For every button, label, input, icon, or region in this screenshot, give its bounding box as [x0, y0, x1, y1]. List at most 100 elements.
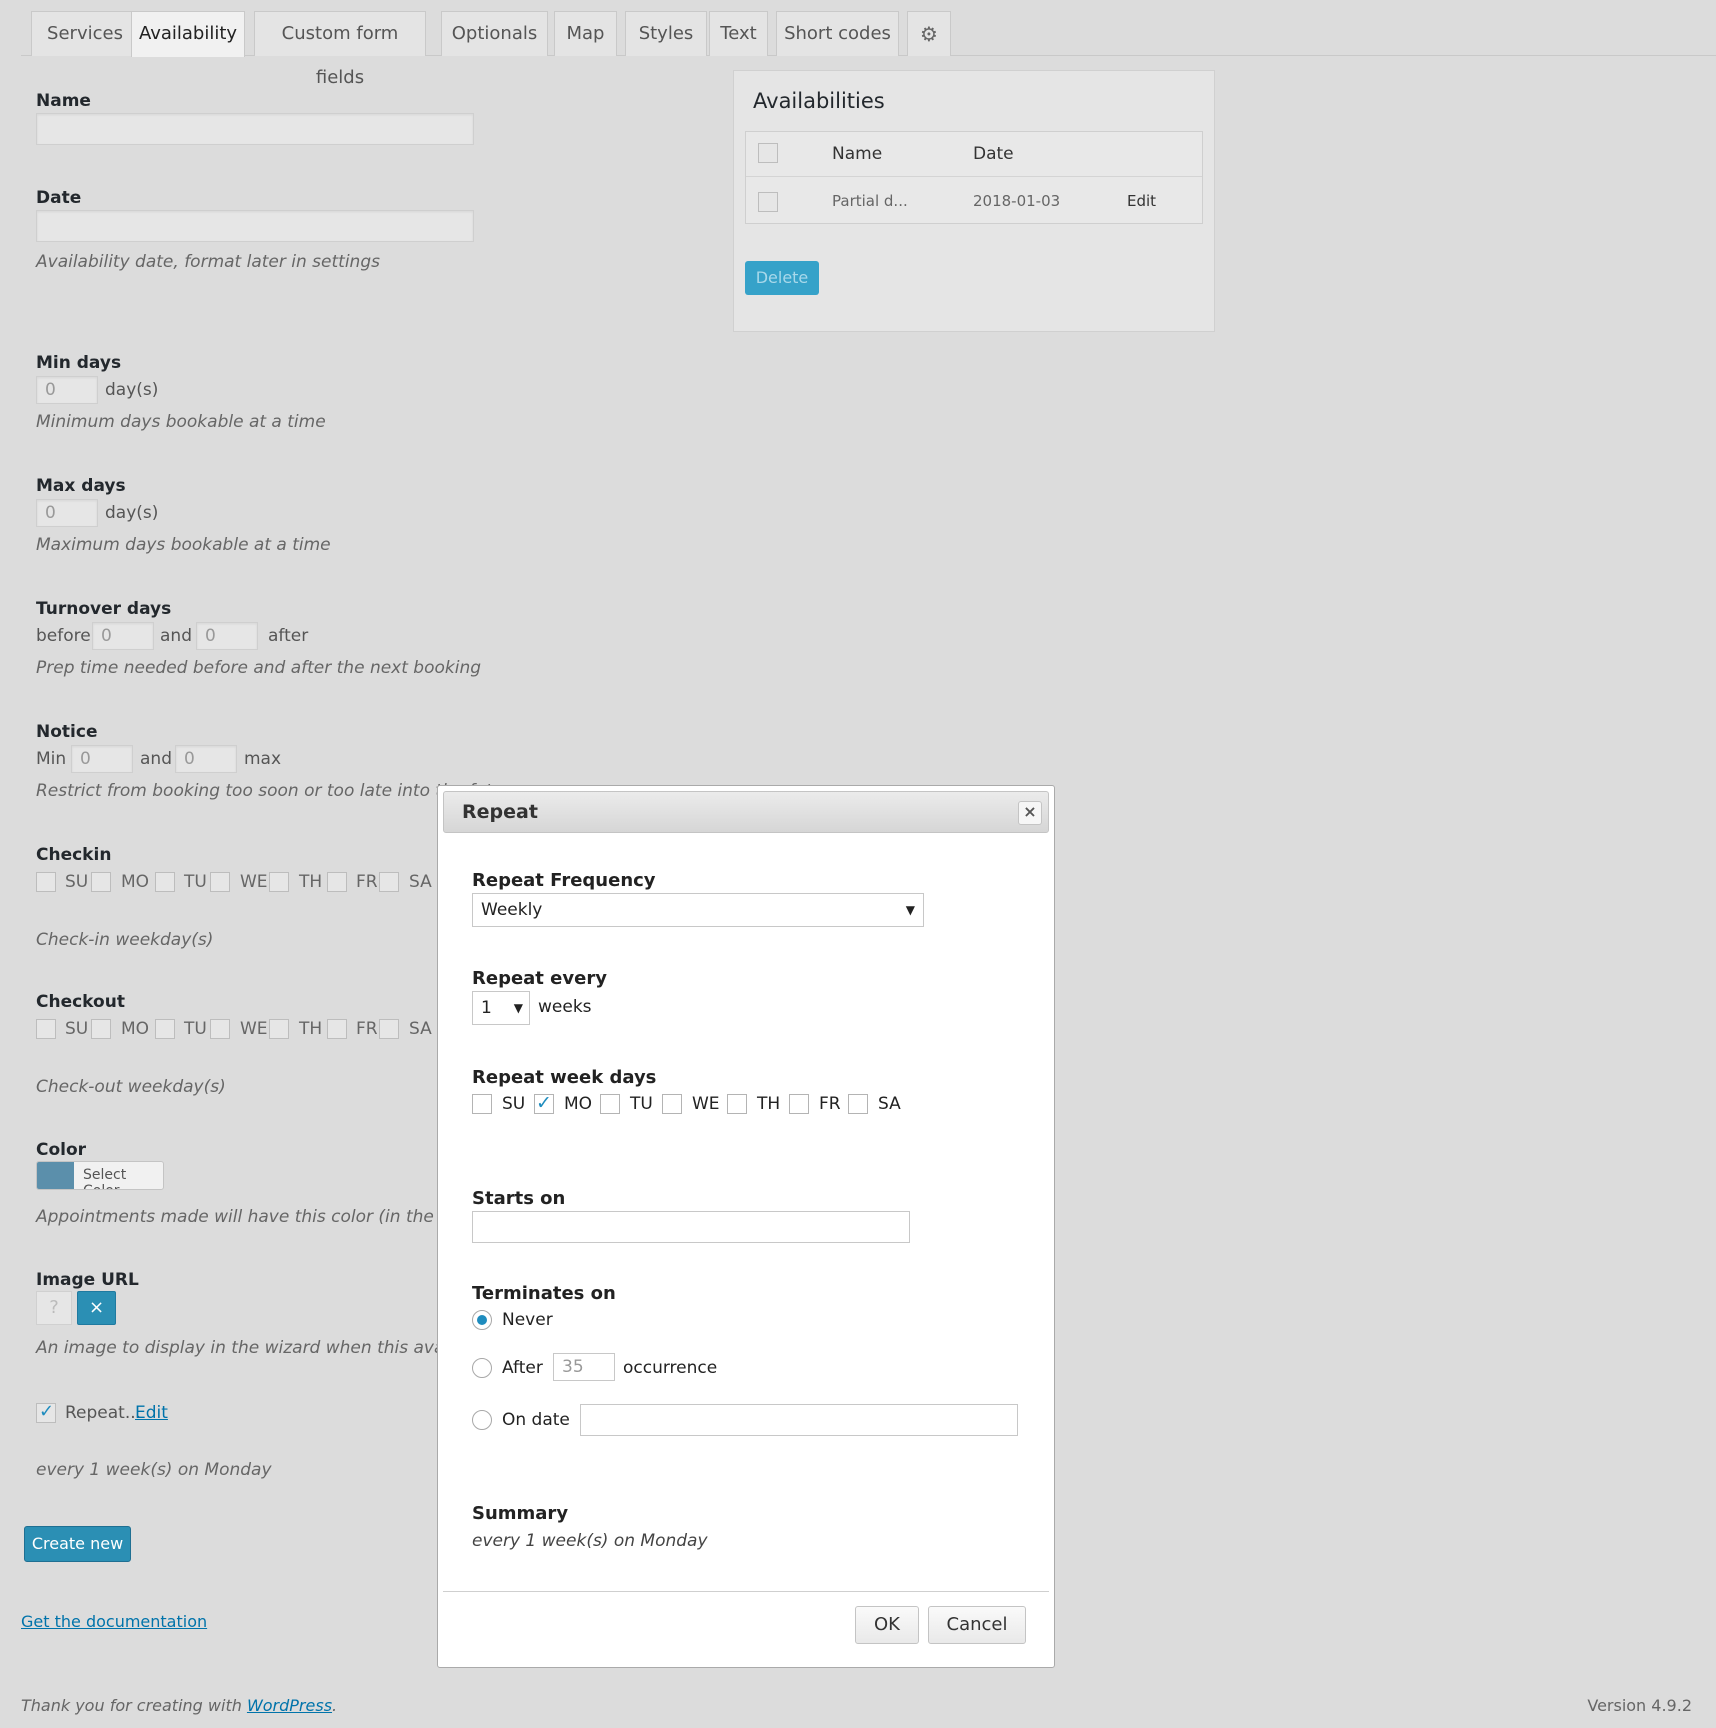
repeat-checkbox[interactable] — [36, 1401, 56, 1423]
checkout-sa-checkbox[interactable] — [379, 1019, 399, 1039]
tab-optionals[interactable]: Optionals — [441, 11, 548, 56]
ok-button[interactable]: OK — [855, 1606, 919, 1644]
max-days-description: Maximum days bookable at a time — [36, 535, 331, 555]
date-label: Date — [36, 188, 82, 208]
availabilities-table: Name Date Partial d... 2018-01-03 Edit — [745, 131, 1203, 224]
weekday-label: TU — [184, 1019, 207, 1039]
checkin-su-checkbox[interactable] — [36, 872, 56, 892]
weekday-label: MO — [121, 872, 150, 892]
repeat-su-checkbox[interactable] — [472, 1094, 492, 1114]
documentation-link[interactable]: Get the documentation — [21, 1612, 207, 1631]
notice-min-input[interactable]: 0 — [71, 745, 133, 773]
checkin-th-checkbox[interactable] — [269, 872, 289, 892]
image-url-label: Image URL — [36, 1270, 139, 1290]
min-days-input[interactable]: 0 — [36, 376, 98, 404]
repeat-sa-checkbox[interactable] — [848, 1094, 868, 1114]
footer-thanks-text: Thank you for creating with — [21, 1696, 247, 1715]
terminate-on-date-radio[interactable] — [472, 1410, 492, 1430]
color-label: Color — [36, 1140, 87, 1160]
row-edit-link[interactable]: Edit — [1127, 192, 1156, 210]
occurrence-count-input[interactable]: 35 — [553, 1353, 615, 1381]
weekday-label: FR — [819, 1094, 841, 1114]
table-header: Name Date — [746, 132, 1202, 177]
tab-settings[interactable]: ⚙ — [907, 11, 951, 56]
checkout-mo-checkbox[interactable] — [91, 1019, 111, 1039]
select-all-checkbox[interactable] — [758, 143, 778, 163]
cancel-button[interactable]: Cancel — [928, 1606, 1026, 1644]
checkin-we-checkbox[interactable] — [210, 872, 230, 892]
weekday-label: SU — [65, 872, 89, 892]
date-input[interactable] — [36, 210, 474, 242]
turnover-after-label: after — [268, 626, 309, 646]
tab-services[interactable]: Services — [31, 11, 139, 56]
starts-on-label: Starts on — [472, 1188, 566, 1209]
date-description: Availability date, format later in setti… — [36, 252, 380, 272]
min-days-label: Min days — [36, 353, 122, 373]
name-label: Name — [36, 91, 91, 111]
notice-max-input[interactable]: 0 — [175, 745, 237, 773]
notice-description: Restrict from booking too soon or too la… — [36, 781, 493, 801]
checkout-we-checkbox[interactable] — [210, 1019, 230, 1039]
tab-short-codes[interactable]: Short codes — [776, 11, 899, 56]
max-days-input[interactable]: 0 — [36, 499, 98, 527]
repeat-edit-link[interactable]: Edit — [135, 1403, 168, 1423]
turnover-before-label: before — [36, 626, 91, 646]
terminate-never-radio[interactable] — [472, 1310, 492, 1330]
terminate-after-radio[interactable] — [472, 1358, 492, 1378]
close-icon[interactable]: × — [1018, 801, 1042, 825]
turnover-after-input[interactable]: 0 — [196, 622, 258, 650]
turnover-before-input[interactable]: 0 — [92, 622, 154, 650]
starts-on-input[interactable] — [472, 1211, 910, 1243]
repeat-frequency-value: Weekly — [481, 900, 543, 920]
checkin-mo-checkbox[interactable] — [91, 872, 111, 892]
repeat-frequency-select[interactable]: Weekly ▼ — [472, 893, 924, 927]
create-new-button[interactable]: Create new — [24, 1526, 131, 1562]
summary-label: Summary — [472, 1503, 569, 1524]
delete-button[interactable]: Delete — [745, 261, 819, 295]
max-days-label: Max days — [36, 476, 126, 496]
min-days-unit: day(s) — [105, 380, 159, 400]
weekday-label: SU — [502, 1094, 526, 1114]
weekday-label: SU — [65, 1019, 89, 1039]
terminate-on-date-label: On date — [502, 1410, 570, 1430]
tab-styles[interactable]: Styles — [625, 11, 707, 56]
notice-max-label: max — [244, 749, 282, 769]
tab-text[interactable]: Text — [709, 11, 768, 56]
row-checkbox[interactable] — [758, 192, 778, 212]
color-picker-button[interactable]: Select Color — [36, 1161, 164, 1190]
tab-bar: Services Availability Custom form fields… — [21, 10, 1716, 88]
weekday-label: WE — [692, 1094, 720, 1114]
checkin-tu-checkbox[interactable] — [155, 872, 175, 892]
repeat-every-select[interactable]: 1 ▼ — [472, 991, 530, 1025]
wordpress-link[interactable]: WordPress — [247, 1696, 332, 1715]
checkin-fr-checkbox[interactable] — [327, 872, 347, 892]
checkin-description: Check-in weekday(s) — [36, 930, 214, 950]
checkin-sa-checkbox[interactable] — [379, 872, 399, 892]
name-input[interactable] — [36, 113, 474, 145]
checkout-th-checkbox[interactable] — [269, 1019, 289, 1039]
tab-custom-form-fields[interactable]: Custom form fields — [254, 11, 426, 88]
chevron-down-icon: ▼ — [905, 903, 915, 917]
terminate-on-date-input[interactable] — [580, 1404, 1018, 1436]
footer-thanks: Thank you for creating with WordPress. — [21, 1696, 337, 1715]
tab-availability[interactable]: Availability — [131, 11, 245, 57]
weekday-label: TH — [757, 1094, 781, 1114]
tab-map[interactable]: Map — [554, 11, 617, 56]
repeat-th-checkbox[interactable] — [727, 1094, 747, 1114]
checkout-su-checkbox[interactable] — [36, 1019, 56, 1039]
weekday-label: SA — [878, 1094, 901, 1114]
checkout-fr-checkbox[interactable] — [327, 1019, 347, 1039]
terminates-on-label: Terminates on — [472, 1283, 616, 1304]
gear-icon: ⚙ — [920, 22, 938, 46]
repeat-tu-checkbox[interactable] — [600, 1094, 620, 1114]
image-remove-icon[interactable]: × — [77, 1291, 116, 1325]
repeat-we-checkbox[interactable] — [662, 1094, 682, 1114]
repeat-every-unit: weeks — [538, 997, 592, 1017]
repeat-mo-checkbox[interactable] — [534, 1092, 554, 1114]
image-placeholder-icon: ? — [36, 1291, 72, 1325]
turnover-description: Prep time needed before and after the ne… — [36, 658, 482, 678]
repeat-fr-checkbox[interactable] — [789, 1094, 809, 1114]
color-description: Appointments made will have this color (… — [36, 1207, 487, 1227]
checkout-tu-checkbox[interactable] — [155, 1019, 175, 1039]
repeat-summary: every 1 week(s) on Monday — [36, 1460, 272, 1480]
